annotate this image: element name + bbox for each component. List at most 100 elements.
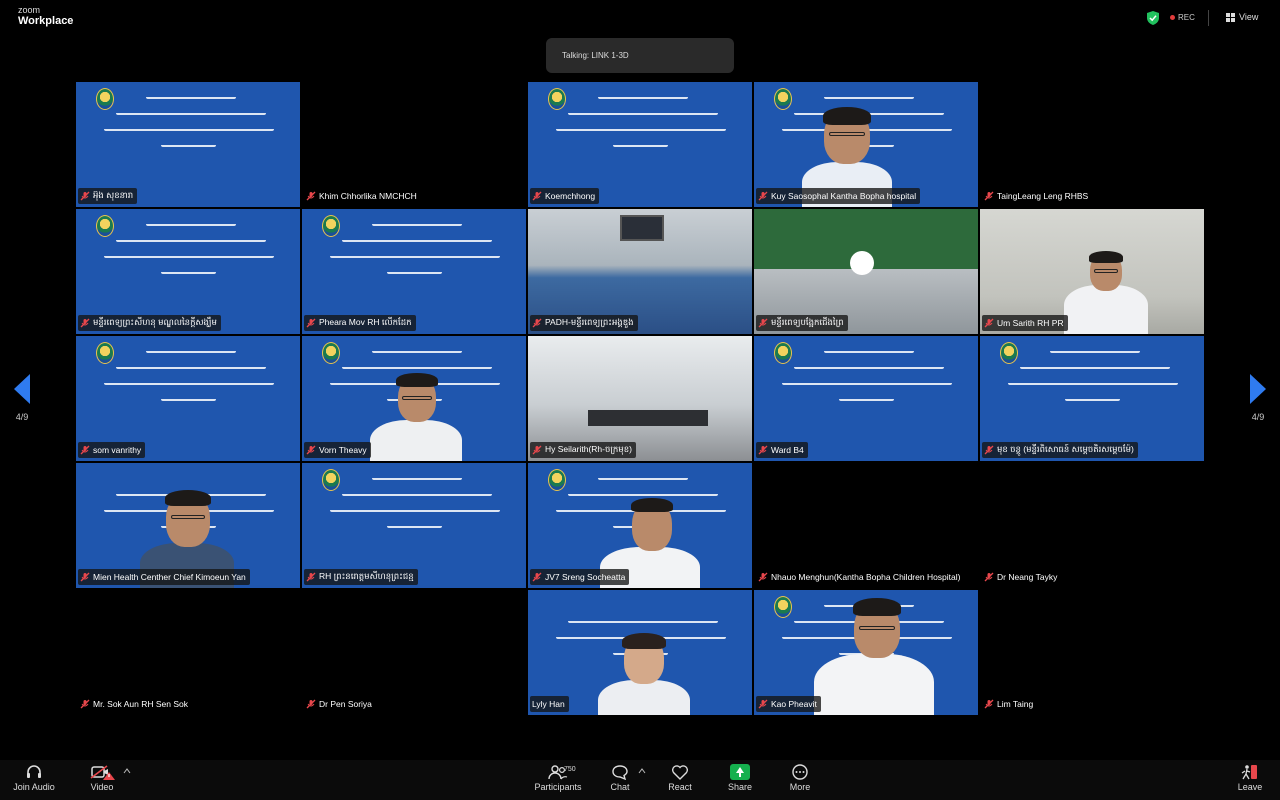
participant-name: Mr. Sok Aun RH Sen Sok bbox=[93, 699, 188, 709]
mic-muted-icon bbox=[80, 318, 90, 328]
video-tile[interactable]: Ward B4 bbox=[754, 336, 978, 461]
video-tile[interactable]: Mien Health Centher Chief Kimoeun Yan bbox=[76, 463, 300, 588]
video-tile[interactable]: PADH-មន្ទីរពេទ្យព្រះអង្គឌួង bbox=[528, 209, 752, 334]
participant-label: Lyly Han bbox=[530, 696, 569, 712]
participant-name: Pheara Mov RH លើកដែក bbox=[319, 316, 412, 327]
video-tile[interactable]: មន្ទីរពេទ្យបង្អែកជើងព្រៃ bbox=[754, 209, 978, 334]
video-label: Video bbox=[90, 782, 114, 792]
video-tile[interactable]: Koemchhong bbox=[528, 82, 752, 207]
desk bbox=[588, 410, 708, 426]
mic-muted-icon bbox=[80, 191, 90, 201]
participant-name: Ward B4 bbox=[771, 445, 804, 455]
share-label: Share bbox=[727, 782, 753, 792]
video-tile[interactable]: Mr. Sok Aun RH Sen Sok bbox=[76, 590, 300, 715]
video-tile[interactable]: JV7 Sreng Socheatta bbox=[528, 463, 752, 588]
video-tile[interactable]: អ៊ុង សុខនារា bbox=[76, 82, 300, 207]
participant-label: Dr Neang Tayky bbox=[982, 569, 1061, 585]
share-button[interactable]: Share bbox=[724, 764, 756, 792]
participant-name: som vanrithy bbox=[93, 445, 142, 455]
participant-name: មន្ទីរពេទ្យបង្អែកជើងព្រៃ bbox=[771, 316, 844, 327]
chevron-up-icon bbox=[123, 768, 131, 774]
video-tile[interactable]: Lyly Han bbox=[528, 590, 752, 715]
participant-name: មន្ទីរពេទ្យព្រះសីហនុ មណ្ឌលនៃក្តីសង្ឃឹម bbox=[93, 316, 217, 327]
video-tile[interactable]: Nhauo Menghun(Kantha Bopha Children Hosp… bbox=[754, 463, 978, 588]
video-tile[interactable]: Dr Neang Tayky bbox=[980, 463, 1204, 588]
chevron-up-icon bbox=[638, 768, 646, 774]
video-tile[interactable]: Kao Pheavit bbox=[754, 590, 978, 715]
mic-muted-icon bbox=[758, 445, 768, 455]
page-indicator-left: 4/9 bbox=[15, 412, 29, 422]
shield-icon[interactable] bbox=[1147, 11, 1159, 25]
mic-muted-icon bbox=[984, 445, 994, 455]
mic-muted-icon bbox=[758, 572, 768, 582]
video-tile[interactable]: មន្ទីរពេទ្យព្រះសីហនុ មណ្ឌលនៃក្តីសង្ឃឹម bbox=[76, 209, 300, 334]
participant-label: មុខ ចន្ថូ (មន្ទីរពិសោធន៍ សម្តេចតិរសម្តេច… bbox=[982, 442, 1138, 458]
video-tile[interactable]: Lim Taing bbox=[980, 590, 1204, 715]
leave-button[interactable]: Leave bbox=[1234, 764, 1266, 792]
emblem bbox=[850, 251, 874, 275]
participant-label: Um Sarith RH PR bbox=[982, 315, 1068, 331]
participant-label: Kao Pheavit bbox=[756, 696, 821, 712]
mic-muted-icon bbox=[532, 191, 542, 201]
chat-options-caret[interactable] bbox=[637, 768, 647, 776]
mic-muted-icon bbox=[758, 318, 768, 328]
participant-name: JV7 Sreng Socheatta bbox=[545, 572, 626, 582]
participant-label: TaingLeang Leng RHBS bbox=[982, 188, 1092, 204]
chat-icon bbox=[612, 765, 628, 780]
video-tile[interactable]: Kuy Saosophal Kantha Bopha hospital bbox=[754, 82, 978, 207]
join-audio-label: Join Audio bbox=[13, 782, 55, 792]
participant-label: JV7 Sreng Socheatta bbox=[530, 569, 630, 585]
mic-muted-icon bbox=[532, 318, 542, 328]
react-button[interactable]: React bbox=[664, 764, 696, 792]
participant-label: Koemchhong bbox=[530, 188, 600, 204]
next-page-button[interactable]: 4/9 bbox=[1246, 374, 1270, 422]
page-indicator-right: 4/9 bbox=[1251, 412, 1265, 422]
arrow-left-icon bbox=[14, 374, 30, 404]
join-audio-button[interactable]: Join Audio bbox=[12, 764, 56, 792]
mic-muted-icon bbox=[80, 699, 90, 709]
participants-label: Participants bbox=[534, 782, 582, 792]
top-bar: zoom Workplace REC View bbox=[0, 0, 1280, 36]
mic-muted-icon bbox=[532, 572, 542, 582]
recording-indicator[interactable]: REC bbox=[1170, 13, 1195, 22]
more-button[interactable]: More bbox=[784, 764, 816, 792]
participant-label: Ward B4 bbox=[756, 442, 808, 458]
participant-label: som vanrithy bbox=[78, 442, 146, 458]
divider bbox=[1208, 10, 1209, 26]
video-tile[interactable]: Um Sarith RH PR bbox=[980, 209, 1204, 334]
mic-muted-icon bbox=[984, 191, 994, 201]
previous-page-button[interactable]: 4/9 bbox=[10, 374, 34, 422]
participant-name: Lyly Han bbox=[532, 699, 565, 709]
chat-label: Chat bbox=[610, 782, 630, 792]
video-tile[interactable]: Vorn Theavy bbox=[302, 336, 526, 461]
mic-muted-icon bbox=[306, 572, 316, 582]
video-tile[interactable]: Hy Seilarith(Rh-ចក្រមុខ) bbox=[528, 336, 752, 461]
participant-label: Nhauo Menghun(Kantha Bopha Children Hosp… bbox=[756, 569, 964, 585]
participant-name: Kao Pheavit bbox=[771, 699, 817, 709]
video-tile[interactable]: TaingLeang Leng RHBS bbox=[980, 82, 1204, 207]
talking-indicator: Talking: LINK 1-3D bbox=[546, 38, 734, 73]
heart-icon bbox=[671, 765, 689, 780]
video-tile[interactable]: មុខ ចន្ថូ (មន្ទីរពិសោធន៍ សម្តេចតិរសម្តេច… bbox=[980, 336, 1204, 461]
video-tile[interactable]: som vanrithy bbox=[76, 336, 300, 461]
participant-name: Dr Neang Tayky bbox=[997, 572, 1058, 582]
participant-name: Khim Chhorlika NMCHCH bbox=[319, 191, 417, 201]
participant-name: អ៊ុង សុខនារា bbox=[93, 189, 134, 200]
video-tile[interactable]: Khim Chhorlika NMCHCH bbox=[302, 82, 526, 207]
more-label: More bbox=[789, 782, 811, 792]
participant-name: Mien Health Centher Chief Kimoeun Yan bbox=[93, 572, 246, 582]
video-off-icon bbox=[90, 765, 115, 780]
mic-muted-icon bbox=[80, 445, 90, 455]
participant-label: អ៊ុង សុខនារា bbox=[78, 188, 138, 204]
video-tile[interactable]: Dr Pen Soriya bbox=[302, 590, 526, 715]
headphones-icon bbox=[27, 765, 41, 778]
video-tile[interactable]: RH ព្រះនរោត្តមសីហនុព្រះជន្ម bbox=[302, 463, 526, 588]
participants-button[interactable]: 750 Participants bbox=[533, 764, 583, 792]
video-options-caret[interactable] bbox=[122, 768, 132, 776]
view-button[interactable]: View bbox=[1226, 12, 1258, 22]
video-tile[interactable]: Pheara Mov RH លើកដែក bbox=[302, 209, 526, 334]
video-button[interactable]: Video bbox=[84, 764, 120, 792]
participant-name: Um Sarith RH PR bbox=[997, 318, 1064, 328]
chat-button[interactable]: Chat bbox=[604, 764, 636, 792]
leave-label: Leave bbox=[1237, 782, 1263, 792]
